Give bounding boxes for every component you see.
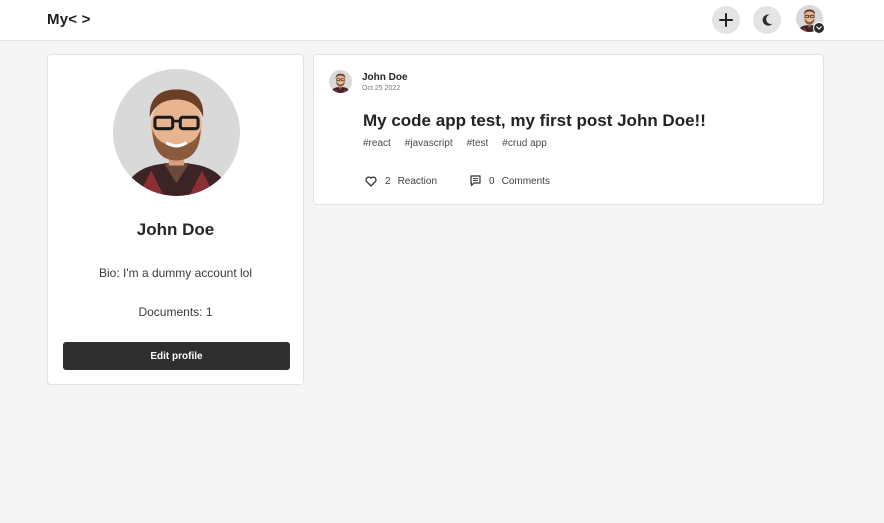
site-logo[interactable]: My< > <box>47 11 91 28</box>
post-author-avatar[interactable] <box>329 70 352 93</box>
reactions-button[interactable]: 2 Reaction <box>365 176 437 187</box>
tag-react[interactable]: #react <box>363 138 391 149</box>
create-post-button[interactable] <box>712 6 740 34</box>
top-navbar: My< > <box>0 0 884 41</box>
profile-bio: Bio: I'm a dummy account lol <box>98 266 253 280</box>
post-title[interactable]: My code app test, my first post John Doe… <box>363 111 706 131</box>
post-author-name[interactable]: John Doe <box>362 72 408 83</box>
profile-card: John Doe Bio: I'm a dummy account lol Do… <box>47 54 304 385</box>
chevron-down-icon <box>813 22 825 34</box>
moon-icon <box>762 14 773 26</box>
heart-icon <box>365 175 377 187</box>
comments-count: 0 <box>489 175 495 187</box>
profile-name: John Doe <box>136 220 215 239</box>
tag-test[interactable]: #test <box>467 138 489 149</box>
tag-javascript[interactable]: #javascript <box>405 138 453 149</box>
profile-avatar <box>113 69 240 196</box>
theme-toggle-button[interactable] <box>753 6 781 34</box>
edit-profile-button[interactable]: Edit profile <box>63 342 290 370</box>
post-tags: #react #javascript #test #crud app <box>363 138 547 149</box>
post-card[interactable]: John Doe Oct 25 2022 My code app test, m… <box>313 54 824 205</box>
post-actions: 2 Reaction 0 Comments <box>365 175 550 187</box>
reactions-label: Reaction <box>397 175 438 187</box>
comments-label: Comments <box>501 175 550 187</box>
tag-crud-app[interactable]: #crud app <box>502 138 546 149</box>
post-date: Oct 25 2022 <box>362 85 401 92</box>
comments-button[interactable]: 0 Comments <box>470 175 550 187</box>
plus-icon <box>719 13 733 27</box>
reactions-count: 2 <box>385 175 391 187</box>
comment-icon <box>470 175 481 187</box>
profile-documents-count: Documents: 1 <box>138 305 213 319</box>
user-menu-button[interactable] <box>796 5 825 34</box>
